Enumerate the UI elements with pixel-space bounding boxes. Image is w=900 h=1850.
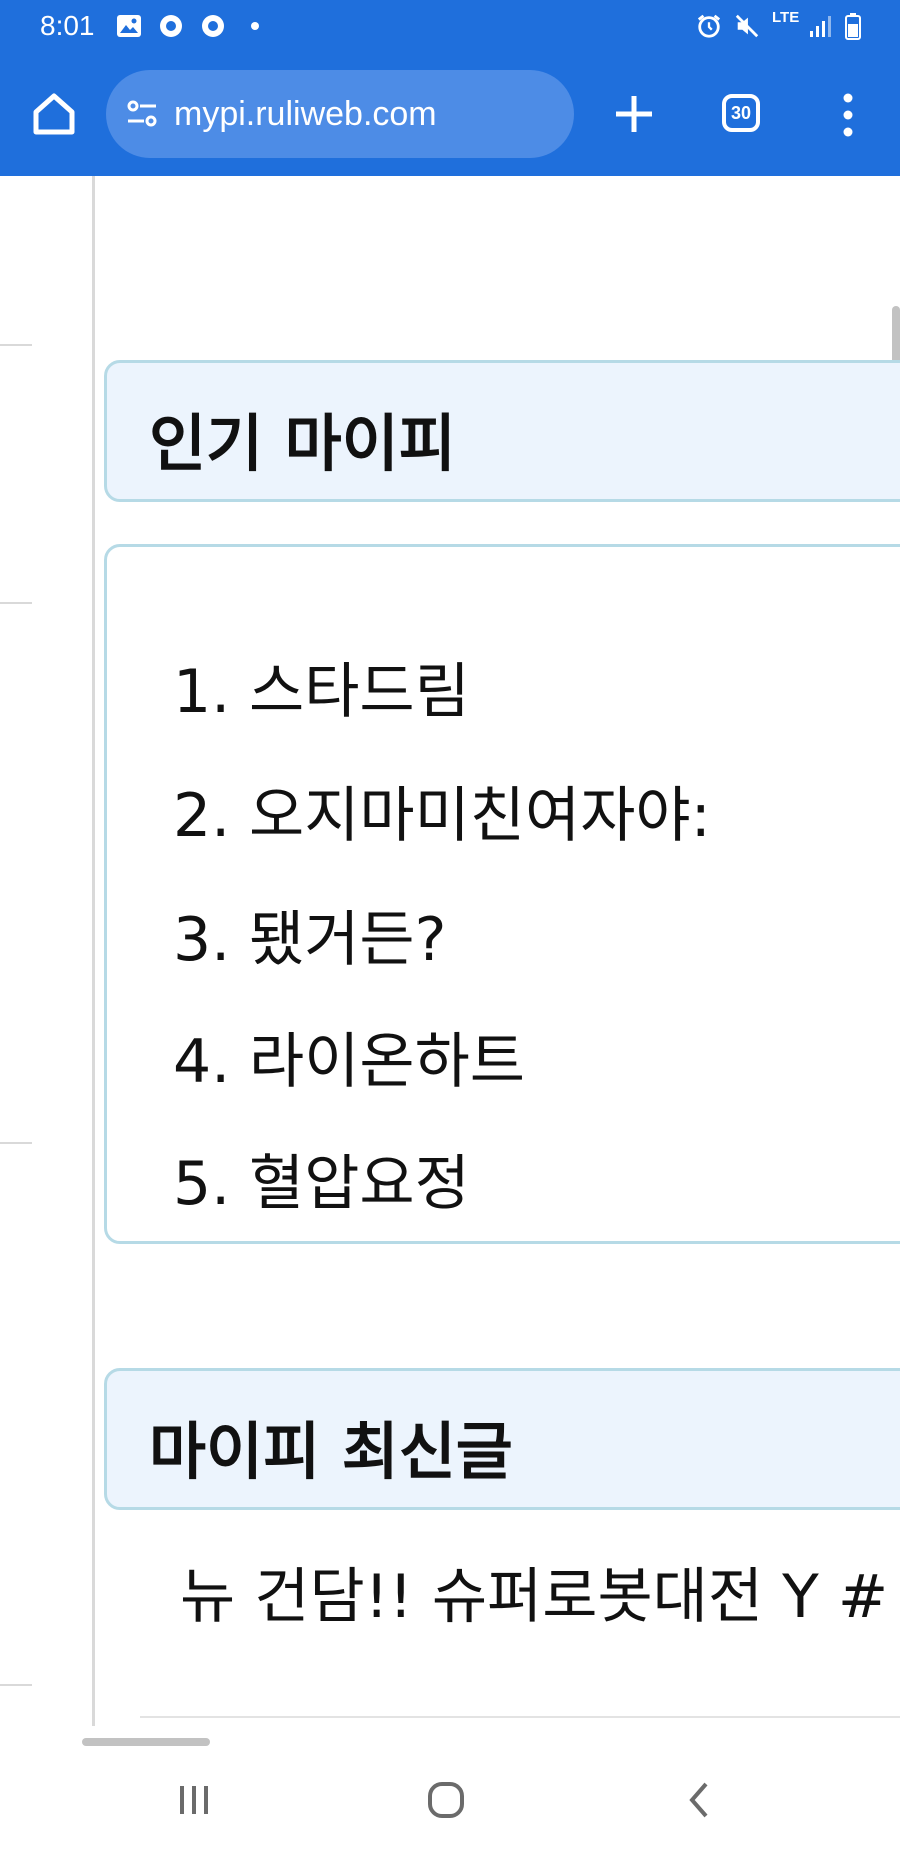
list-item-label: 스타드림 [249,657,470,727]
signal-icon [808,13,834,39]
chrome-icon [158,13,184,39]
popular-list: 1. 스타드림 2. 오지마미친여자야: 3. 됐거든? 4. 라이온하트 5. 혈압요정 [104,544,900,1244]
browser-toolbar: mypi.ruliweb.com 30 [0,70,900,158]
site-settings-icon[interactable] [124,96,160,132]
list-item[interactable]: 3. 됐거든? [173,891,446,978]
latest-post-link[interactable]: 뉴 건담!! 슈퍼로봇대전 Y # [180,1548,888,1635]
alarm-icon [696,13,722,39]
popular-header: 인기 마이피 [104,360,900,502]
side-tick [0,602,32,604]
gallery-icon [116,13,142,39]
status-time: 8:01 [40,10,95,41]
horizontal-scrollbar[interactable] [82,1738,210,1746]
tab-switcher-button[interactable]: 30 [722,94,760,132]
list-item-label: 오지마미친여자야: [249,781,711,851]
chrome-icon [200,13,226,39]
list-item-label: 혈압요정 [249,1149,470,1219]
home-icon[interactable] [28,88,80,140]
system-navigation-bar [0,1726,900,1850]
side-tick [0,1142,32,1144]
list-item[interactable]: 5. 혈압요정 [173,1135,470,1222]
section-title: 인기 마이피 [149,407,456,480]
browser-top-bar: 8:01 LTE mypi.ruliweb.com 30 [0,0,900,176]
battery-icon [840,13,866,40]
dot-icon [242,13,268,39]
section-title: 마이피 최신글 [149,1415,513,1488]
overflow-menu-icon[interactable] [830,90,866,140]
list-item[interactable]: 1. 스타드림 [173,643,470,730]
status-bar: 8:01 LTE [0,0,900,54]
list-item-label: 라이온하트 [249,1027,525,1097]
post-divider [140,1716,900,1718]
list-item[interactable]: 4. 라이온하트 [173,1013,525,1100]
back-icon[interactable] [670,1770,730,1830]
address-bar[interactable]: mypi.ruliweb.com [106,70,574,158]
latest-header: 마이피 최신글 [104,1368,900,1510]
list-item-label: 됐거든? [249,905,447,975]
side-tick [0,1684,32,1686]
list-item[interactable]: 2. 오지마미친여자야: [173,767,711,854]
side-tick [0,344,32,346]
side-divider [92,176,95,1726]
network-type: LTE [772,9,800,26]
home-circle-icon[interactable] [416,1770,476,1830]
new-tab-icon[interactable] [610,90,658,138]
page-content: 인기 마이피 1. 스타드림 2. 오지마미친여자야: 3. 됐거든? 4. 라이온하트… [0,176,900,1726]
mute-icon [734,13,760,39]
url-text: mypi.ruliweb.com [174,94,437,133]
recent-apps-icon[interactable] [164,1770,224,1830]
